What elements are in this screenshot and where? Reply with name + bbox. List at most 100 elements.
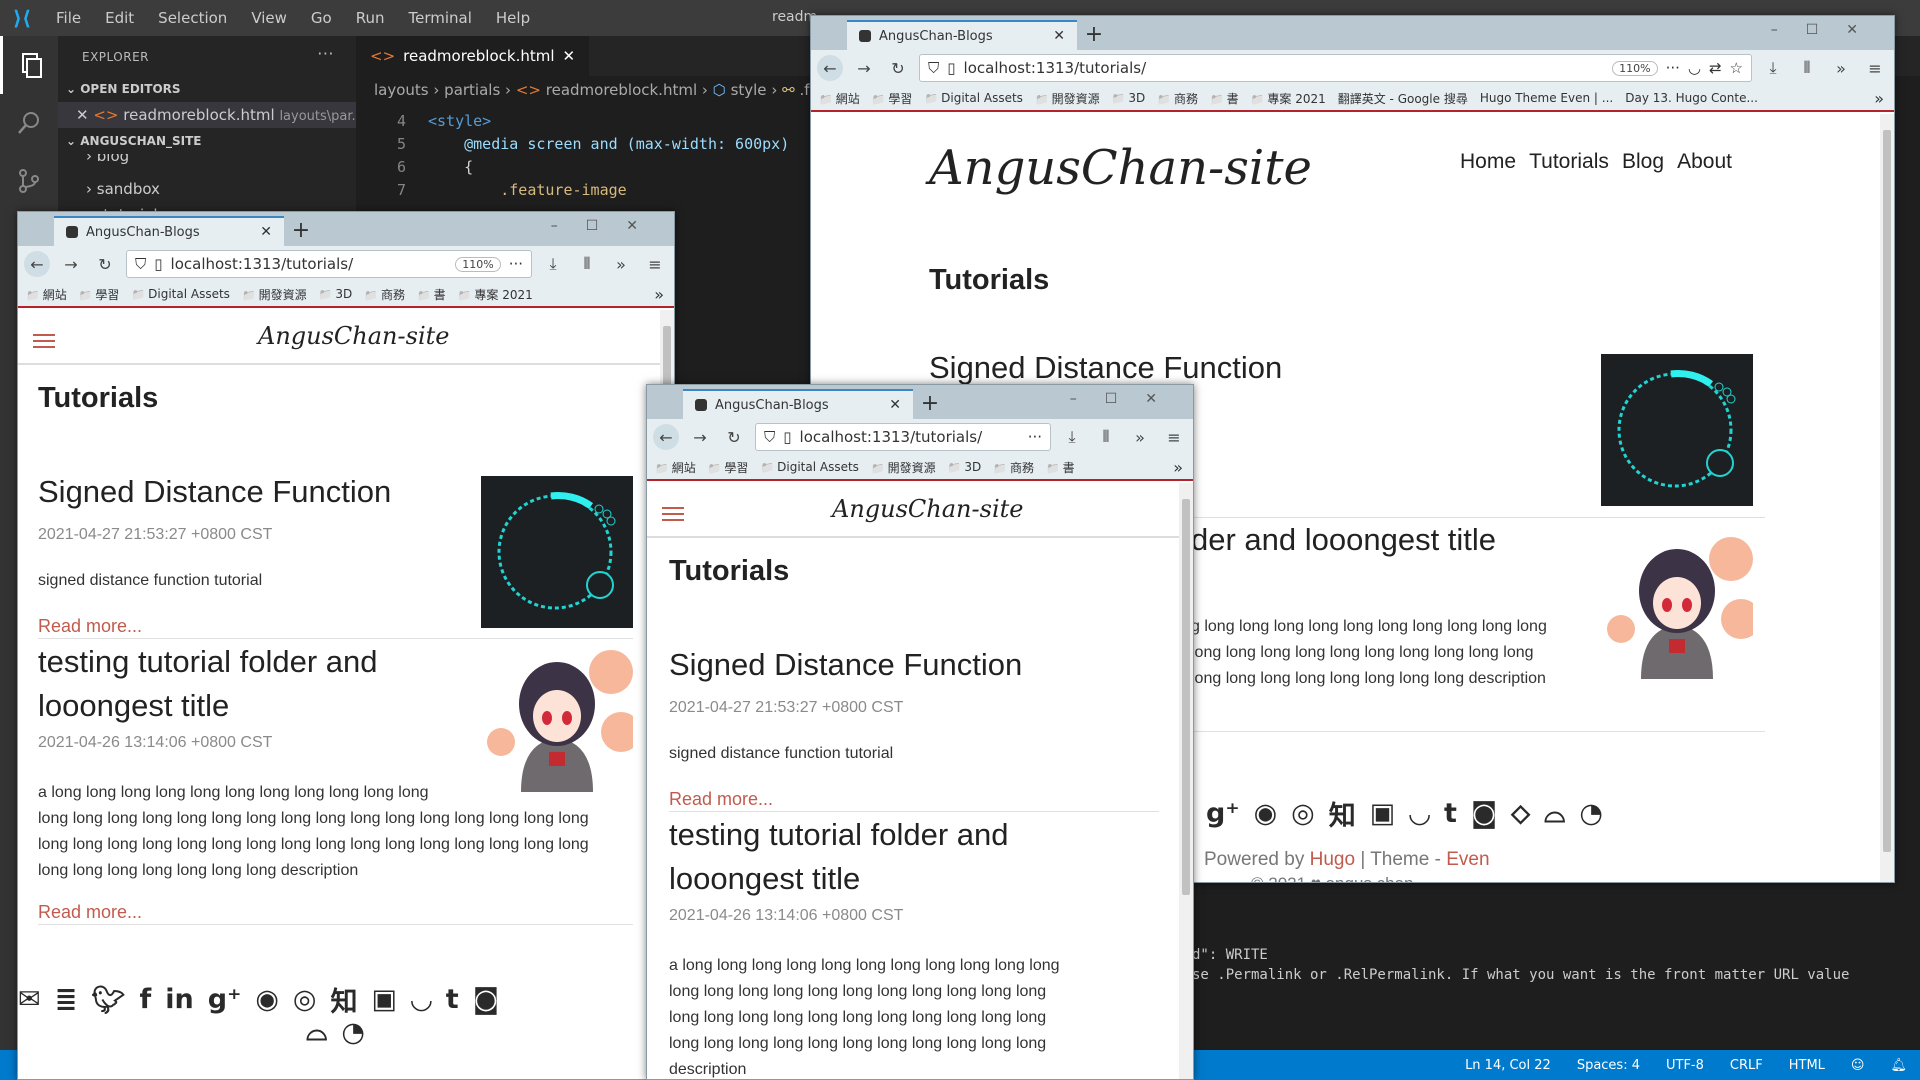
reload-icon[interactable]: ↻ [885,55,911,81]
site-logo[interactable]: AngusChan-site [258,322,449,350]
menu-file[interactable]: File [44,9,93,27]
search-icon[interactable] [0,94,58,152]
shield-icon[interactable]: ⛉ [928,59,939,77]
hugo-link[interactable]: Hugo [1310,849,1355,870]
language-mode[interactable]: HTML [1776,1058,1838,1073]
new-tab-button[interactable]: + [1077,20,1111,50]
bookmark-item[interactable]: 商務 [1157,90,1198,107]
overflow-icon[interactable]: » [1828,55,1854,81]
source-control-icon[interactable] [0,152,58,210]
menu-selection[interactable]: Selection [146,9,239,27]
bookmark-item[interactable]: Hugo Theme Even | ... [1480,91,1613,105]
close-icon[interactable]: ✕ [76,106,89,124]
back-icon[interactable]: ← [817,55,843,81]
bookmark-item[interactable]: 書 [1046,459,1075,476]
menu-icon[interactable]: ≡ [1862,55,1888,81]
anime-girl-thumbnail-image[interactable] [481,642,633,794]
forward-icon[interactable]: → [58,251,84,277]
github-icon[interactable]: ◉ [1254,794,1278,833]
close-icon[interactable]: ✕ [563,47,576,65]
bell-icon[interactable]: 🔔︎ [1877,1058,1920,1073]
even-link[interactable]: Even [1446,849,1489,870]
sdf-thumbnail-image[interactable] [1601,354,1753,506]
new-tab-button[interactable]: + [913,389,947,419]
terminal-output[interactable]: d": WRITE se .Permalink or .RelPermalink.… [1192,945,1849,985]
bookmark-item[interactable]: Day 13. Hugo Conte... [1625,91,1758,105]
code-line[interactable]: 5 @media screen and (max-width: 600px) [356,135,789,153]
page-scrollbar[interactable] [1880,114,1894,882]
bookmark-item[interactable]: 3D [948,460,981,474]
email-icon[interactable]: ✉ [18,980,41,1019]
open-editor-item[interactable]: ✕ <> readmoreblock.html layouts\par... [58,102,356,128]
window-controls[interactable]: –☐✕ [551,218,666,234]
instagram-icon[interactable]: ◙ [1471,794,1497,833]
bookmark-star-icon[interactable]: ☆ [1730,59,1743,77]
instagram-icon[interactable]: ◙ [473,980,499,1019]
download-icon[interactable]: ⤓ [540,251,566,277]
post-title[interactable]: Signed Distance Function [929,350,1282,386]
bookmark-item[interactable]: 專案 2021 [1251,90,1325,107]
rss-icon[interactable]: ◔ [1579,794,1603,833]
stackoverflow-icon[interactable]: ≣ [55,980,78,1019]
tumblr-icon[interactable]: t [446,980,459,1019]
sdf-thumbnail-image[interactable] [481,476,633,628]
post-title[interactable]: Signed Distance Function [669,647,1022,683]
library-icon[interactable]: ⫴ [574,251,600,277]
scrollbar-thumb[interactable] [1182,499,1190,895]
post-title[interactable]: Signed Distance Function [38,474,391,510]
pocket-icon[interactable]: ◡ [1409,794,1430,833]
weibo-icon[interactable]: ◎ [293,980,317,1019]
more-actions-icon[interactable]: ··· [317,44,334,63]
weibo-icon[interactable]: ◎ [1291,794,1315,833]
library-icon[interactable]: ⫴ [1093,424,1119,450]
site-logo[interactable]: AngusChan-site [832,495,1023,523]
explorer-icon[interactable] [0,36,58,94]
editor-tab[interactable]: <> readmoreblock.html ✕ [356,36,590,76]
zhihu-icon[interactable]: 知 [1329,794,1356,833]
url-bar[interactable]: ⛉ ▯ localhost:1313/tutorials/110% ··· ◡ ⇄ ☆ [919,54,1752,82]
zoom-badge[interactable]: 110% [1612,60,1658,76]
zoom-badge[interactable]: 110% [455,256,501,272]
bookmark-item[interactable]: 開發資源 [1035,90,1100,107]
breadcrumb-item[interactable]: layouts [374,81,429,99]
close-tab-icon[interactable]: ✕ [260,224,272,240]
translate-icon[interactable]: ⇄ [1709,59,1722,77]
breadcrumb-item[interactable]: style [731,81,767,99]
bookmark-item[interactable]: Digital Assets [760,460,859,474]
breadcrumb-item[interactable]: readmoreblock.html [546,81,697,99]
menu-icon[interactable]: ≡ [1161,424,1187,450]
menu-edit[interactable]: Edit [93,9,146,27]
bookmark-item[interactable]: 開發資源 [242,286,307,303]
menu-terminal[interactable]: Terminal [397,9,484,27]
zhihu-icon[interactable]: 知 [330,980,357,1019]
indentation-status[interactable]: Spaces: 4 [1564,1058,1653,1073]
hamburger-menu-icon[interactable] [33,334,55,348]
bookmark-item[interactable]: 學習 [79,286,119,303]
download-icon[interactable]: ⤓ [1760,55,1786,81]
library-icon[interactable]: ⫴ [1794,55,1820,81]
menu-run[interactable]: Run [344,9,397,27]
rss-icon[interactable]: ◔ [341,1016,365,1048]
googleplus-icon[interactable]: g⁺ [1206,794,1240,833]
bookmark-item[interactable]: 書 [1210,90,1239,107]
shield-icon[interactable]: ⛉ [135,255,146,273]
code-line[interactable]: 4 <style> [356,112,491,130]
close-tab-icon[interactable]: ✕ [889,397,901,413]
bookmark-item[interactable]: 網站 [26,286,67,303]
bookmark-item[interactable]: 開發資源 [871,459,936,476]
linkedin-icon[interactable]: in [165,980,193,1019]
bookmark-item[interactable]: 學習 [708,459,748,476]
bookmarks-overflow-icon[interactable]: » [654,285,674,304]
browser-tab[interactable]: AngusChan-Blogs ✕ [683,389,913,419]
nav-blog[interactable]: Blog [1622,150,1664,173]
page-actions-icon[interactable]: ··· [509,255,523,273]
breadcrumb-item[interactable]: partials [444,81,500,99]
tumblr-icon[interactable]: t [1444,794,1457,833]
read-more-link[interactable]: Read more... [38,616,142,637]
new-tab-button[interactable]: + [284,216,318,246]
forward-icon[interactable]: → [687,424,713,450]
pocket-icon[interactable]: ◡ [411,980,432,1019]
bookmark-item[interactable]: 翻譯英文 - Google 搜尋 [1338,90,1468,107]
bilibili-icon[interactable]: ⌓ [306,1016,327,1048]
post-title[interactable]: testing tutorial folder and looongest tit… [38,640,378,728]
